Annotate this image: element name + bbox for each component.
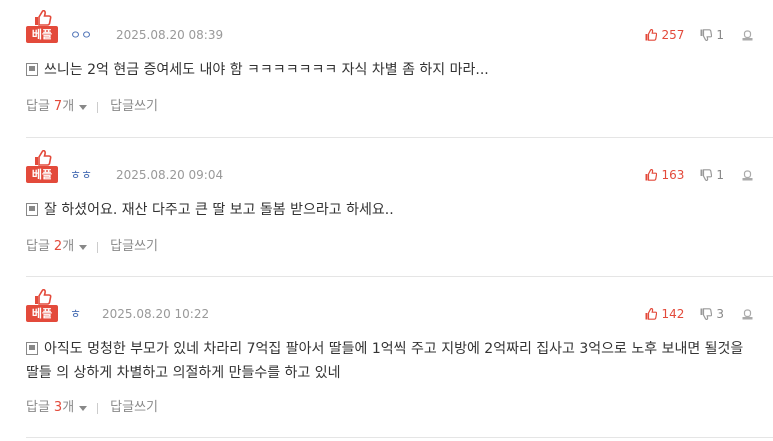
caret-down-icon [79,104,88,110]
dislike-count: 1 [716,168,724,182]
comment-text: 쓰니는 2억 현금 증여세도 내야 함 ㅋㅋㅋㅋㅋㅋㅋ 자식 차별 좀 하지 마… [44,62,489,78]
best-label: 베플 [26,26,58,43]
dislike-count: 3 [716,307,724,321]
reply-bar: 답글 3개 답글쓰기 [26,400,158,416]
reply-label: 답글 [26,400,50,415]
comment-author[interactable]: ㅇㅇ [70,27,92,43]
reply-toggle[interactable]: 답글 3개 [26,400,88,416]
like-count: 163 [661,168,685,182]
write-reply-link[interactable]: 답글쓰기 [110,400,158,416]
divider [26,437,773,438]
comment-text: 잘 하셨어요. 재산 다주고 큰 딸 보고 돌봄 받으라고 하세요.. [44,202,394,218]
reply-label: 답글 [26,99,50,114]
separator [97,241,99,253]
best-label: 베플 [26,305,58,322]
like-button[interactable]: 142 [645,307,684,321]
mobile-icon [26,63,38,76]
comment-author[interactable]: ㅎ [70,306,81,322]
best-comment-badge: 베플 [26,289,58,323]
comment-actions: 257 1 [645,26,753,44]
mobile-icon [26,203,38,216]
comment-text-block: 아직도 멍청한 부모가 있네 차라리 7억집 팔아서 딸들에 1억씩 주고 지방… [26,337,756,385]
thumbs-up-icon [35,289,52,305]
write-reply-link[interactable]: 답글쓰기 [110,99,158,115]
comment-date: 2025.08.20 10:22 [102,307,210,321]
reply-unit: 개 [62,400,75,415]
best-label: 베플 [26,166,58,183]
dislike-count: 1 [716,28,724,42]
thumbs-up-icon [645,169,658,181]
like-count: 142 [661,307,685,321]
comment-date: 2025.08.20 08:39 [116,28,224,42]
reply-unit: 개 [62,99,75,114]
caret-down-icon [79,244,88,250]
mobile-icon [26,342,38,355]
comment-date: 2025.08.20 09:04 [116,168,224,182]
reply-unit: 개 [62,239,75,254]
reply-count: 7 [53,99,63,114]
thumbs-up-icon [35,10,52,26]
best-comment-badge: 베플 [26,150,58,184]
dislike-button[interactable]: 3 [700,307,724,321]
comment-text: 아직도 멍청한 부모가 있네 차라리 7억집 팔아서 딸들에 1억씩 주고 지방… [26,341,744,381]
report-icon[interactable] [742,308,753,320]
thumbs-down-icon [700,308,713,320]
divider [26,276,773,277]
comment-actions: 142 3 [645,305,753,323]
like-count: 257 [661,28,685,42]
thumbs-down-icon [700,169,713,181]
best-comment-badge: 베플 [26,10,58,44]
dislike-button[interactable]: 1 [700,28,724,42]
report-icon[interactable] [742,29,753,41]
thumbs-up-icon [645,308,658,320]
comment-text-block: 쓰니는 2억 현금 증여세도 내야 함 ㅋㅋㅋㅋㅋㅋㅋ 자식 차별 좀 하지 마… [26,58,756,82]
reply-toggle[interactable]: 답글 7개 [26,99,88,115]
reply-bar: 답글 2개 답글쓰기 [26,239,158,255]
thumbs-up-icon [645,29,658,41]
caret-down-icon [79,405,88,411]
reply-count: 2 [53,239,63,254]
dislike-button[interactable]: 1 [700,168,724,182]
comment-actions: 163 1 [645,166,753,184]
like-button[interactable]: 163 [645,168,684,182]
reply-bar: 답글 7개 답글쓰기 [26,99,158,115]
thumbs-down-icon [700,29,713,41]
reply-toggle[interactable]: 답글 2개 [26,239,88,255]
divider [26,137,773,138]
separator [97,402,99,414]
reply-count: 3 [53,400,63,415]
report-icon[interactable] [742,169,753,181]
reply-label: 답글 [26,239,50,254]
comment-text-block: 잘 하셨어요. 재산 다주고 큰 딸 보고 돌봄 받으라고 하세요.. [26,198,756,222]
like-button[interactable]: 257 [645,28,684,42]
write-reply-link[interactable]: 답글쓰기 [110,239,158,255]
thumbs-up-icon [35,150,52,166]
separator [97,101,99,113]
comment-author[interactable]: ㅎㅎ [70,167,92,183]
